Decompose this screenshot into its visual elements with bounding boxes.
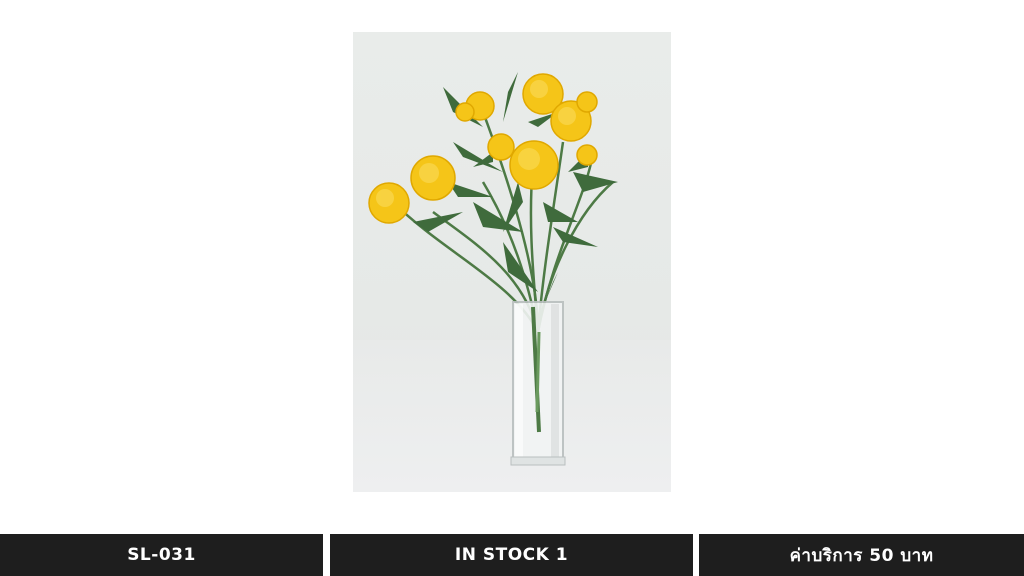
product-card: SL-031 IN STOCK 1 ค่าบริการ 50 บาท [0, 0, 1024, 576]
price-bar: ค่าบริการ 50 บาท [699, 534, 1024, 576]
product-code: SL-031 [127, 545, 196, 565]
marigold-bouquet-icon [368, 72, 618, 466]
product-code-bar: SL-031 [0, 534, 323, 576]
stock-status: IN STOCK 1 [454, 545, 569, 565]
stock-bar: IN STOCK 1 [330, 534, 693, 576]
product-photo [353, 32, 671, 492]
service-price: ค่าบริการ 50 บาท [789, 545, 934, 566]
